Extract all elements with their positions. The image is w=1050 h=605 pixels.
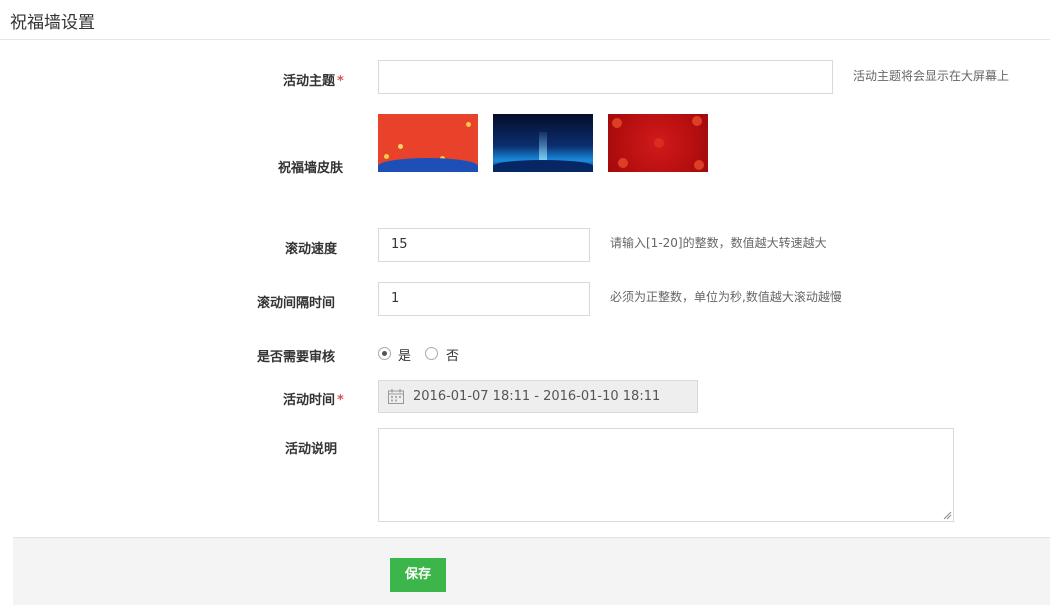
review-no-radio[interactable] [425,347,438,360]
review-yes-radio[interactable] [378,347,391,360]
page-title: 祝福墙设置 [10,13,95,33]
speed-input[interactable]: 15 [378,228,590,262]
form-actions-bar [13,537,1050,605]
speed-hint: 请输入[1-20]的整数，数值越大转速越大 [610,236,827,250]
speed-label: 滚动速度 [285,242,338,257]
date-range-value: 2016-01-07 18:11 - 2016-01-10 18:11 [413,389,661,404]
review-yes-label: 是 [398,349,412,364]
save-button[interactable]: 保存 [390,558,446,592]
review-label: 是否需要审核 [257,350,336,365]
skin-option-blue-night[interactable] [493,114,593,172]
skin-option-red-festive[interactable] [378,114,478,172]
required-mark: * [337,393,344,408]
time-label: 活动时间 * [283,393,344,408]
skin-label: 祝福墙皮肤 [278,161,344,176]
description-label: 活动说明 [285,442,338,457]
description-textarea[interactable] [378,428,954,522]
interval-label: 滚动间隔时间 [257,296,336,311]
required-mark: * [337,74,344,89]
topic-hint: 活动主题将会显示在大屏幕上 [853,69,1010,83]
date-range-picker[interactable]: 2016-01-07 18:11 - 2016-01-10 18:11 [378,380,698,413]
skin-option-red-floral[interactable] [608,114,708,172]
page-header: 祝福墙设置 [0,0,1050,40]
resize-grip-icon[interactable] [943,511,952,520]
interval-input[interactable]: 1 [378,282,590,316]
topic-label: 活动主题 * [283,74,344,89]
calendar-icon [388,389,404,404]
interval-hint: 必须为正整数，单位为秒,数值越大滚动越慢 [610,290,842,304]
topic-input[interactable] [378,60,833,94]
review-no-label: 否 [446,349,460,364]
